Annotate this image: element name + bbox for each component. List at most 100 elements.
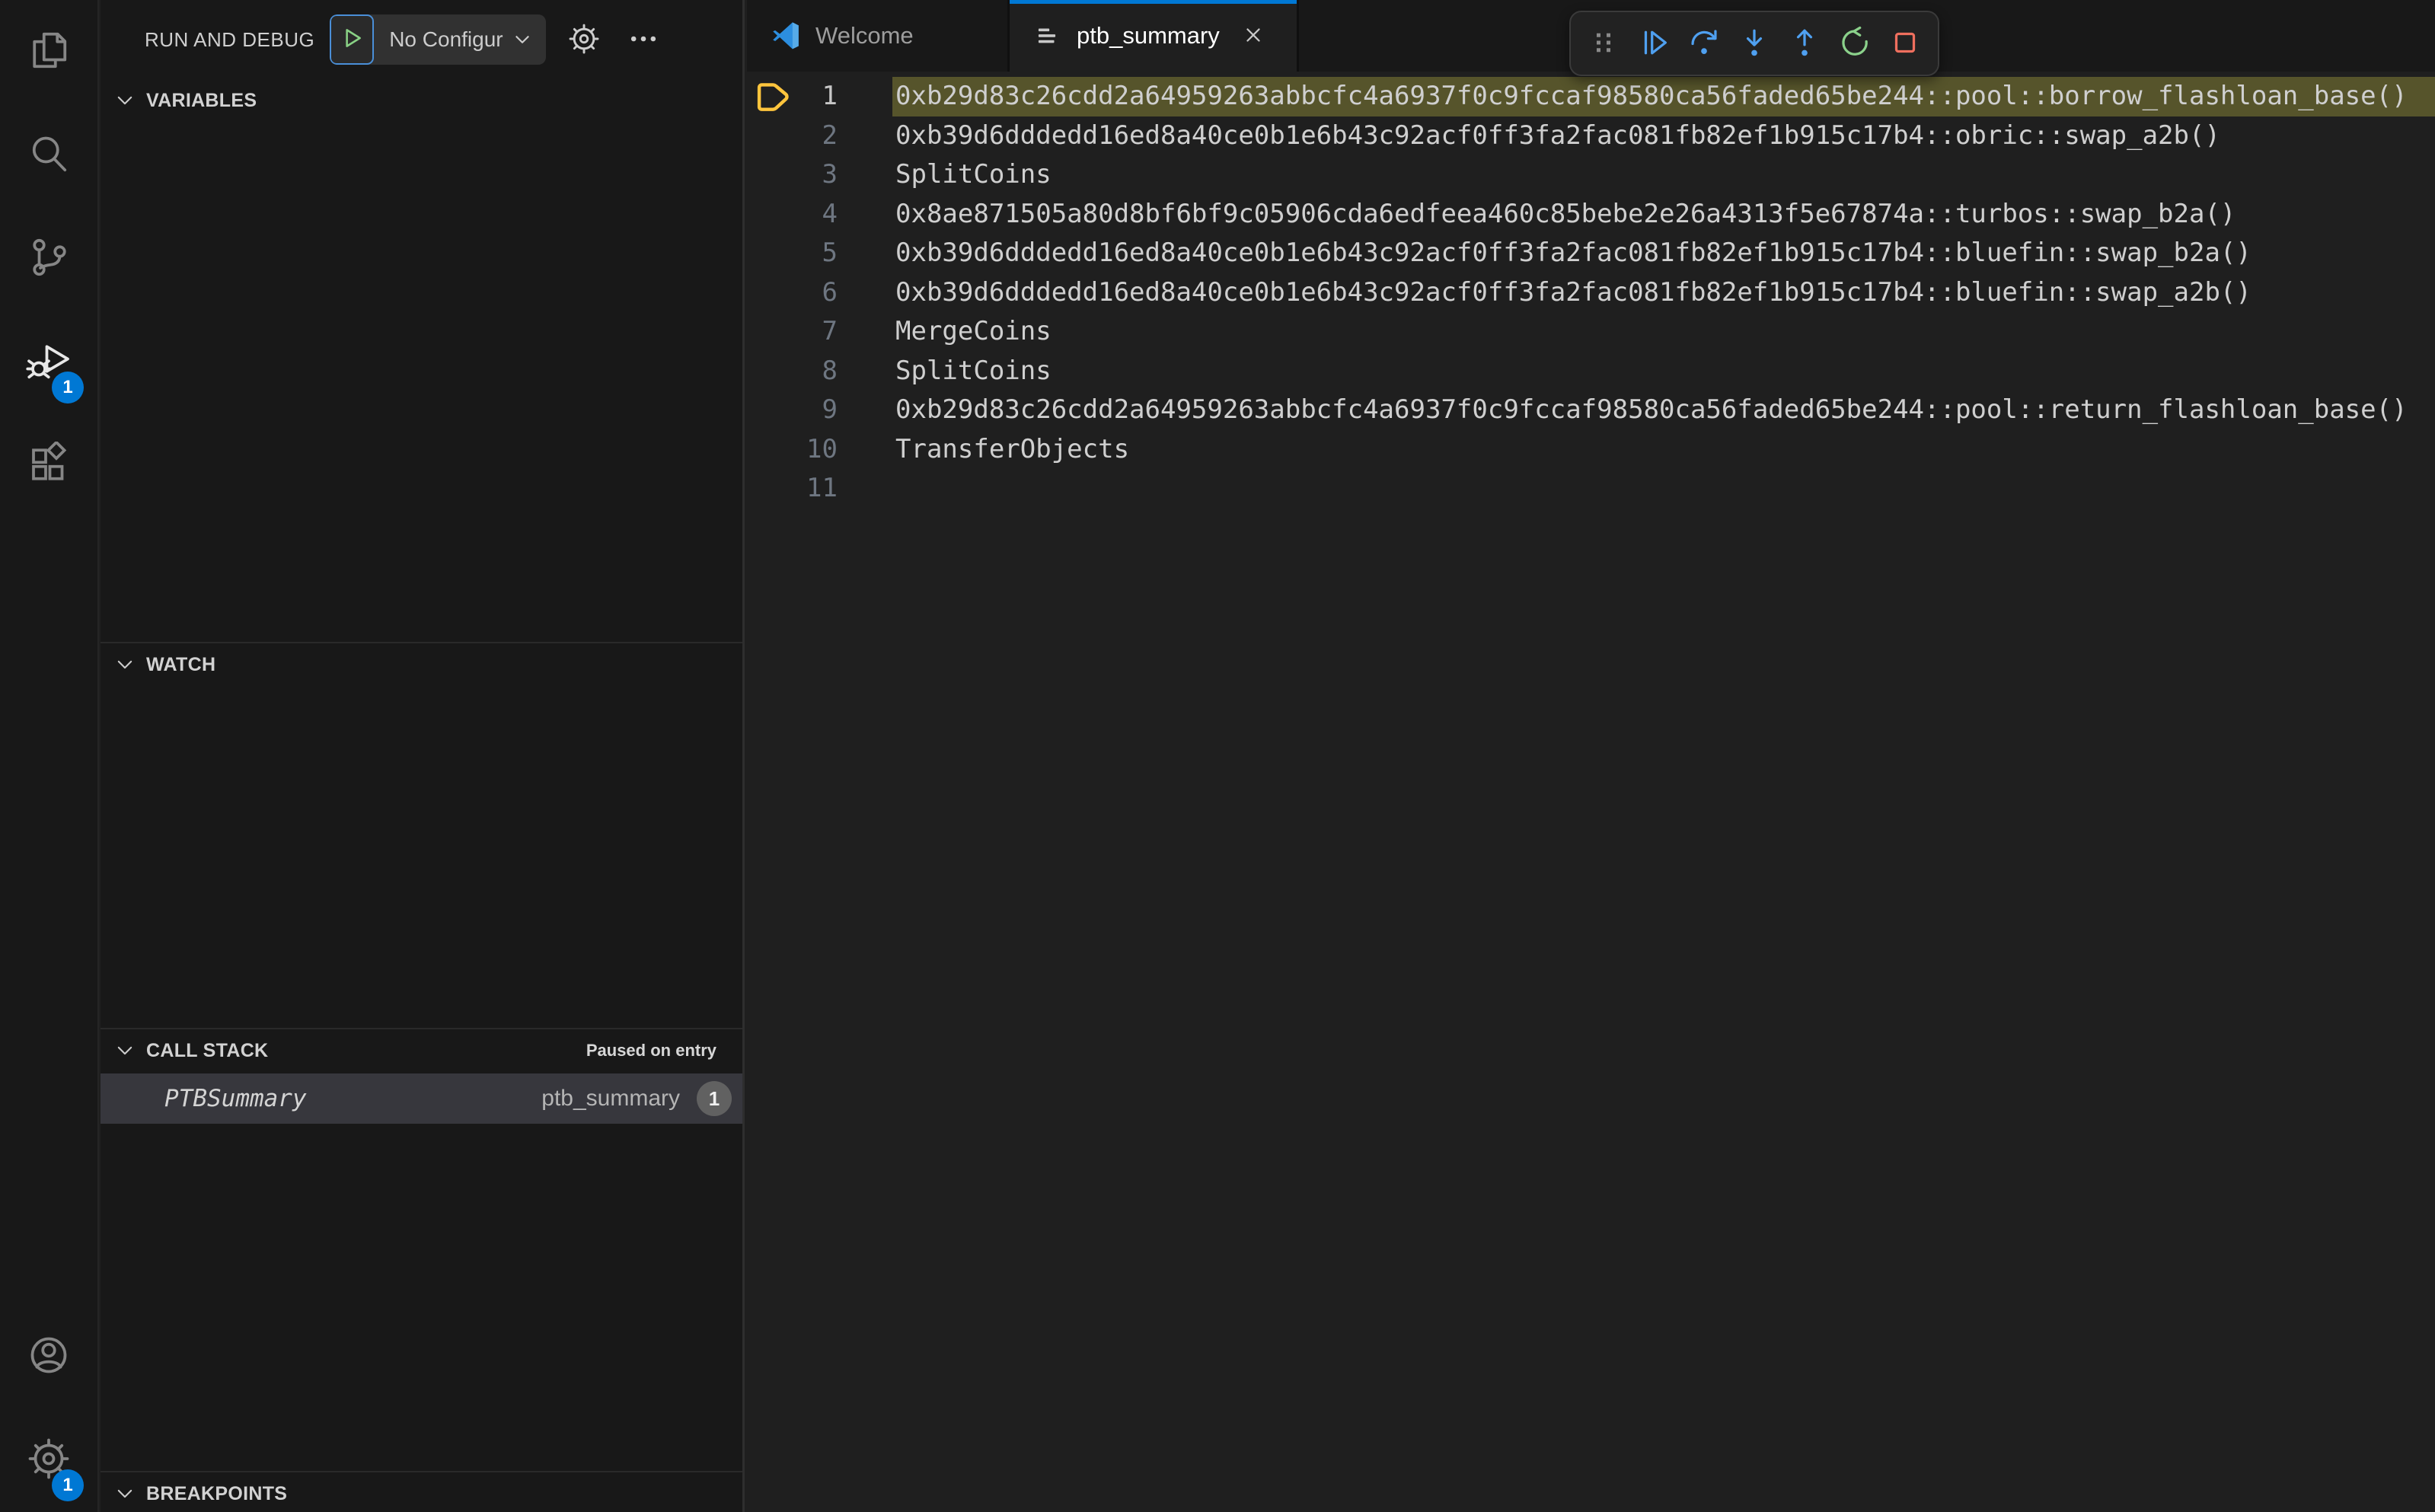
code-line-row[interactable]: 10 TransferObjects xyxy=(747,430,2435,470)
line-number[interactable]: 5 xyxy=(747,234,892,273)
frame-badge: 1 xyxy=(697,1081,732,1116)
editor-gutter[interactable]: 11 xyxy=(747,469,892,509)
activity-item-run-and-debug[interactable]: 1 xyxy=(0,311,97,414)
code-line-text[interactable]: 0xb29d83c26cdd2a64959263abbcfc4a6937f0c9… xyxy=(892,77,2435,116)
vscode-window: 1 1 RUN AND DEBUG No Configur VARIABLES … xyxy=(0,0,2435,1512)
variables-section: VARIABLES xyxy=(101,79,742,642)
variables-section-header[interactable]: VARIABLES xyxy=(101,79,742,122)
line-number[interactable]: 9 xyxy=(747,391,892,430)
debug-settings-button[interactable] xyxy=(564,20,604,59)
code-line-row[interactable]: 6 0xb39d6dddedd16ed8a40ce0b1e6b43c92acf0… xyxy=(747,273,2435,313)
tab-welcome[interactable]: Welcome xyxy=(747,0,1010,72)
code-line-row[interactable]: 2 0xb39d6dddedd16ed8a40ce0b1e6b43c92acf0… xyxy=(747,116,2435,156)
debug-step-out-icon xyxy=(1787,25,1822,62)
source-control-icon xyxy=(26,234,72,284)
run-and-debug-sidebar: RUN AND DEBUG No Configur VARIABLES WATC… xyxy=(101,0,745,1512)
more-actions-button[interactable] xyxy=(624,20,663,59)
sidebar-title: RUN AND DEBUG xyxy=(145,27,315,51)
line-number[interactable]: 7 xyxy=(747,312,892,352)
editor-gutter[interactable]: 2 xyxy=(747,116,892,156)
line-number[interactable]: 10 xyxy=(747,430,892,470)
watch-section: WATCH xyxy=(101,642,742,1028)
code-line-text[interactable] xyxy=(892,469,2435,509)
search-icon xyxy=(26,131,72,180)
ellipsis-icon xyxy=(627,22,660,58)
debug-config-dropdown[interactable]: No Configur xyxy=(330,14,546,65)
activity-bar: 1 1 xyxy=(0,0,99,1512)
toolbar-drag-handle[interactable] xyxy=(1581,21,1626,65)
close-tab-button[interactable] xyxy=(1238,21,1269,51)
editor-gutter[interactable]: 9 xyxy=(747,391,892,430)
line-number[interactable]: 4 xyxy=(747,195,892,234)
play-icon xyxy=(339,25,365,55)
code-line-text[interactable]: SplitCoins xyxy=(892,352,2435,391)
debug-step-over-button[interactable] xyxy=(1682,21,1726,65)
call-stack-section-header[interactable]: CALL STACK Paused on entry xyxy=(101,1029,742,1072)
activity-item-accounts[interactable] xyxy=(0,1305,97,1408)
call-stack-section-label: CALL STACK xyxy=(146,1039,269,1061)
debug-restart-button[interactable] xyxy=(1833,21,1877,65)
debug-step-into-icon xyxy=(1737,25,1772,62)
editor-gutter[interactable]: 1 xyxy=(747,77,892,116)
code-line-row[interactable]: 5 0xb39d6dddedd16ed8a40ce0b1e6b43c92acf0… xyxy=(747,234,2435,273)
debug-step-into-button[interactable] xyxy=(1732,21,1776,65)
code-line-row[interactable]: 11 xyxy=(747,469,2435,509)
chevron-down-icon xyxy=(117,96,132,105)
account-icon xyxy=(26,1332,72,1382)
start-debugging-button[interactable] xyxy=(330,14,375,65)
call-stack-frame-row[interactable]: PTBSummary ptb_summary 1 xyxy=(101,1073,742,1124)
debug-step-out-button[interactable] xyxy=(1782,21,1827,65)
editor-gutter[interactable]: 6 xyxy=(747,273,892,313)
editor-gutter[interactable]: 4 xyxy=(747,195,892,234)
file-list-icon xyxy=(1032,21,1061,50)
debug-continue-icon xyxy=(1636,25,1671,62)
debug-badge: 1 xyxy=(52,372,84,404)
code-line-text[interactable]: TransferObjects xyxy=(892,430,2435,470)
code-line-row[interactable]: 7 MergeCoins xyxy=(747,312,2435,352)
debug-restart-icon xyxy=(1837,25,1872,62)
editor-gutter[interactable]: 7 xyxy=(747,312,892,352)
breakpoints-section-header[interactable]: BREAKPOINTS xyxy=(101,1472,742,1512)
code-line-row[interactable]: 1 0xb29d83c26cdd2a64959263abbcfc4a6937f0… xyxy=(747,77,2435,116)
code-line-row[interactable]: 9 0xb29d83c26cdd2a64959263abbcfc4a6937f0… xyxy=(747,391,2435,430)
activity-item-explorer[interactable] xyxy=(0,0,97,104)
debug-step-over-icon xyxy=(1687,25,1722,62)
chevron-down-icon xyxy=(117,1046,132,1055)
line-number[interactable]: 11 xyxy=(747,469,892,509)
editor-gutter[interactable]: 3 xyxy=(747,155,892,195)
activity-item-search[interactable] xyxy=(0,104,97,207)
activity-item-settings[interactable]: 1 xyxy=(0,1408,97,1512)
code-line-text[interactable]: 0xb39d6dddedd16ed8a40ce0b1e6b43c92acf0ff… xyxy=(892,273,2435,313)
code-line-text[interactable]: 0xb39d6dddedd16ed8a40ce0b1e6b43c92acf0ff… xyxy=(892,116,2435,156)
editor-gutter[interactable]: 10 xyxy=(747,430,892,470)
code-line-row[interactable]: 3 SplitCoins xyxy=(747,155,2435,195)
code-area[interactable]: 1 0xb29d83c26cdd2a64959263abbcfc4a6937f0… xyxy=(747,72,2435,1512)
code-line-text[interactable]: 0x8ae871505a80d8bf6bf9c05906cda6edfeea46… xyxy=(892,195,2435,234)
code-line-text[interactable]: MergeCoins xyxy=(892,312,2435,352)
editor-group: Welcome ptb_summary 1 0xb29d83c26cdd2a64… xyxy=(747,0,2435,1512)
code-line-text[interactable]: SplitCoins xyxy=(892,155,2435,195)
execution-pointer-icon xyxy=(757,83,789,111)
frame-name: PTBSummary xyxy=(164,1085,307,1112)
call-stack-section: CALL STACK Paused on entry PTBSummary pt… xyxy=(101,1028,742,1471)
files-icon xyxy=(26,27,72,77)
tab-ptb-summary[interactable]: ptb_summary xyxy=(1010,0,1299,72)
line-number[interactable]: 2 xyxy=(747,116,892,156)
line-number[interactable]: 3 xyxy=(747,155,892,195)
activity-item-extensions[interactable] xyxy=(0,414,97,518)
code-line-text[interactable]: 0xb39d6dddedd16ed8a40ce0b1e6b43c92acf0ff… xyxy=(892,234,2435,273)
code-line-text[interactable]: 0xb29d83c26cdd2a64959263abbcfc4a6937f0c9… xyxy=(892,391,2435,430)
chevron-down-icon xyxy=(117,660,132,669)
line-number[interactable]: 6 xyxy=(747,273,892,313)
editor-gutter[interactable]: 8 xyxy=(747,352,892,391)
debug-toolbar xyxy=(1569,11,1939,76)
breakpoints-section: BREAKPOINTS xyxy=(101,1471,742,1512)
debug-continue-button[interactable] xyxy=(1632,21,1676,65)
line-number[interactable]: 8 xyxy=(747,352,892,391)
debug-stop-button[interactable] xyxy=(1883,21,1927,65)
watch-section-header[interactable]: WATCH xyxy=(101,643,742,686)
activity-item-source-control[interactable] xyxy=(0,207,97,311)
editor-gutter[interactable]: 5 xyxy=(747,234,892,273)
code-line-row[interactable]: 8 SplitCoins xyxy=(747,352,2435,391)
code-line-row[interactable]: 4 0x8ae871505a80d8bf6bf9c05906cda6edfeea… xyxy=(747,195,2435,234)
